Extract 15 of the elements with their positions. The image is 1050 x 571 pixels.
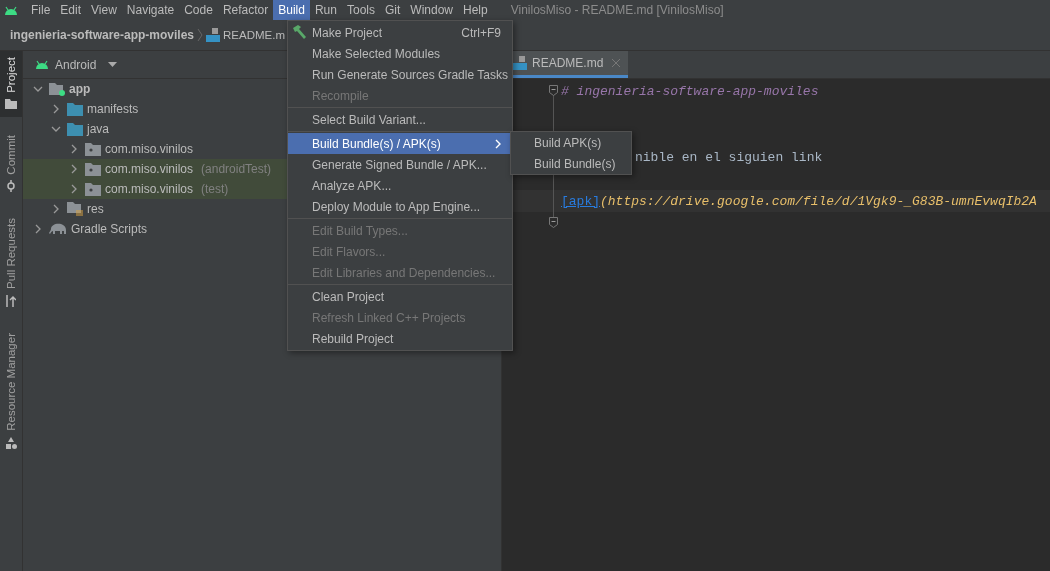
tree-label: com.miso.vinilos bbox=[105, 162, 194, 176]
tree-label: res bbox=[87, 202, 104, 216]
source-set-label: (test) bbox=[201, 182, 229, 196]
tree-label: java bbox=[87, 122, 109, 136]
tree-label: com.miso.vinilos bbox=[105, 182, 194, 196]
link-url: (https://drive.google.com/file/d/1Vgk9-_G83B-umnEvwqIb2A bbox=[600, 193, 1037, 209]
source-set-label: (androidTest) bbox=[201, 162, 272, 176]
tree-label: com.miso.vinilos bbox=[105, 142, 194, 156]
tree-label: manifests bbox=[87, 102, 139, 116]
code-text: nible en el siguien link bbox=[635, 149, 823, 165]
tree-label: Gradle Scripts bbox=[71, 222, 148, 236]
markdown-heading: # ingenieria-software-app-moviles bbox=[561, 83, 819, 99]
tree-label: app bbox=[69, 82, 91, 96]
shortcut-label: Ctrl+F9 bbox=[461, 25, 501, 40]
window-title: VinilosMiso - README.md [VinilosMiso] bbox=[510, 3, 724, 17]
